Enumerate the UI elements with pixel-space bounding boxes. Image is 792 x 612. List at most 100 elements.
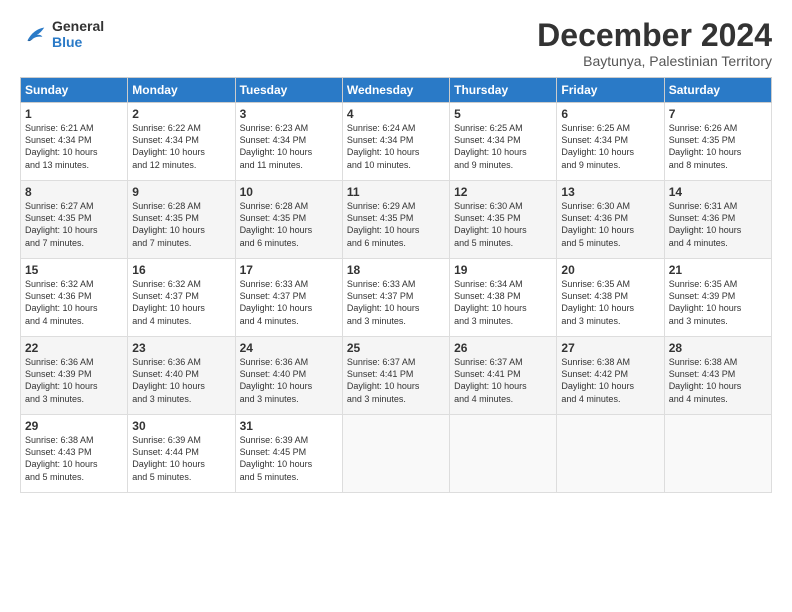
logo-icon bbox=[20, 20, 48, 48]
day-info: Sunrise: 6:29 AMSunset: 4:35 PMDaylight:… bbox=[347, 200, 445, 249]
day-info: Sunrise: 6:32 AMSunset: 4:36 PMDaylight:… bbox=[25, 278, 123, 327]
day-info: Sunrise: 6:35 AMSunset: 4:38 PMDaylight:… bbox=[561, 278, 659, 327]
day-info: Sunrise: 6:38 AMSunset: 4:42 PMDaylight:… bbox=[561, 356, 659, 405]
logo-text: General Blue bbox=[52, 18, 104, 50]
calendar-cell: 11 Sunrise: 6:29 AMSunset: 4:35 PMDaylig… bbox=[342, 181, 449, 259]
day-number: 17 bbox=[240, 263, 338, 277]
day-info: Sunrise: 6:21 AMSunset: 4:34 PMDaylight:… bbox=[25, 122, 123, 171]
calendar-cell: 2 Sunrise: 6:22 AMSunset: 4:34 PMDayligh… bbox=[128, 103, 235, 181]
day-info: Sunrise: 6:26 AMSunset: 4:35 PMDaylight:… bbox=[669, 122, 767, 171]
page: General Blue December 2024 Baytunya, Pal… bbox=[0, 0, 792, 612]
day-number: 23 bbox=[132, 341, 230, 355]
day-info: Sunrise: 6:33 AMSunset: 4:37 PMDaylight:… bbox=[240, 278, 338, 327]
day-number: 30 bbox=[132, 419, 230, 433]
day-info: Sunrise: 6:23 AMSunset: 4:34 PMDaylight:… bbox=[240, 122, 338, 171]
calendar-cell bbox=[664, 415, 771, 493]
day-info: Sunrise: 6:38 AMSunset: 4:43 PMDaylight:… bbox=[669, 356, 767, 405]
day-number: 26 bbox=[454, 341, 552, 355]
calendar-cell: 1 Sunrise: 6:21 AMSunset: 4:34 PMDayligh… bbox=[21, 103, 128, 181]
day-number: 4 bbox=[347, 107, 445, 121]
day-number: 6 bbox=[561, 107, 659, 121]
calendar-cell: 5 Sunrise: 6:25 AMSunset: 4:34 PMDayligh… bbox=[450, 103, 557, 181]
day-number: 19 bbox=[454, 263, 552, 277]
day-info: Sunrise: 6:22 AMSunset: 4:34 PMDaylight:… bbox=[132, 122, 230, 171]
day-number: 2 bbox=[132, 107, 230, 121]
day-number: 11 bbox=[347, 185, 445, 199]
day-info: Sunrise: 6:31 AMSunset: 4:36 PMDaylight:… bbox=[669, 200, 767, 249]
calendar-table: SundayMondayTuesdayWednesdayThursdayFrid… bbox=[20, 77, 772, 493]
day-header-wednesday: Wednesday bbox=[342, 78, 449, 103]
day-header-thursday: Thursday bbox=[450, 78, 557, 103]
day-info: Sunrise: 6:39 AMSunset: 4:45 PMDaylight:… bbox=[240, 434, 338, 483]
calendar-cell: 21 Sunrise: 6:35 AMSunset: 4:39 PMDaylig… bbox=[664, 259, 771, 337]
day-number: 14 bbox=[669, 185, 767, 199]
day-header-saturday: Saturday bbox=[664, 78, 771, 103]
calendar-cell: 28 Sunrise: 6:38 AMSunset: 4:43 PMDaylig… bbox=[664, 337, 771, 415]
day-number: 3 bbox=[240, 107, 338, 121]
day-info: Sunrise: 6:36 AMSunset: 4:40 PMDaylight:… bbox=[132, 356, 230, 405]
calendar-cell: 8 Sunrise: 6:27 AMSunset: 4:35 PMDayligh… bbox=[21, 181, 128, 259]
day-info: Sunrise: 6:39 AMSunset: 4:44 PMDaylight:… bbox=[132, 434, 230, 483]
day-info: Sunrise: 6:24 AMSunset: 4:34 PMDaylight:… bbox=[347, 122, 445, 171]
day-number: 31 bbox=[240, 419, 338, 433]
day-info: Sunrise: 6:34 AMSunset: 4:38 PMDaylight:… bbox=[454, 278, 552, 327]
day-number: 27 bbox=[561, 341, 659, 355]
day-number: 13 bbox=[561, 185, 659, 199]
day-info: Sunrise: 6:33 AMSunset: 4:37 PMDaylight:… bbox=[347, 278, 445, 327]
calendar-cell: 20 Sunrise: 6:35 AMSunset: 4:38 PMDaylig… bbox=[557, 259, 664, 337]
subtitle: Baytunya, Palestinian Territory bbox=[537, 53, 772, 69]
day-info: Sunrise: 6:25 AMSunset: 4:34 PMDaylight:… bbox=[561, 122, 659, 171]
calendar-cell: 25 Sunrise: 6:37 AMSunset: 4:41 PMDaylig… bbox=[342, 337, 449, 415]
calendar-cell: 18 Sunrise: 6:33 AMSunset: 4:37 PMDaylig… bbox=[342, 259, 449, 337]
day-info: Sunrise: 6:38 AMSunset: 4:43 PMDaylight:… bbox=[25, 434, 123, 483]
calendar-cell bbox=[450, 415, 557, 493]
calendar-cell: 30 Sunrise: 6:39 AMSunset: 4:44 PMDaylig… bbox=[128, 415, 235, 493]
calendar-cell: 9 Sunrise: 6:28 AMSunset: 4:35 PMDayligh… bbox=[128, 181, 235, 259]
day-header-tuesday: Tuesday bbox=[235, 78, 342, 103]
day-info: Sunrise: 6:30 AMSunset: 4:36 PMDaylight:… bbox=[561, 200, 659, 249]
day-info: Sunrise: 6:36 AMSunset: 4:39 PMDaylight:… bbox=[25, 356, 123, 405]
calendar-cell: 23 Sunrise: 6:36 AMSunset: 4:40 PMDaylig… bbox=[128, 337, 235, 415]
day-number: 15 bbox=[25, 263, 123, 277]
day-number: 9 bbox=[132, 185, 230, 199]
calendar-cell: 4 Sunrise: 6:24 AMSunset: 4:34 PMDayligh… bbox=[342, 103, 449, 181]
day-number: 25 bbox=[347, 341, 445, 355]
calendar-cell: 3 Sunrise: 6:23 AMSunset: 4:34 PMDayligh… bbox=[235, 103, 342, 181]
day-number: 20 bbox=[561, 263, 659, 277]
calendar-cell: 14 Sunrise: 6:31 AMSunset: 4:36 PMDaylig… bbox=[664, 181, 771, 259]
calendar-cell bbox=[342, 415, 449, 493]
day-header-monday: Monday bbox=[128, 78, 235, 103]
day-info: Sunrise: 6:25 AMSunset: 4:34 PMDaylight:… bbox=[454, 122, 552, 171]
calendar-cell bbox=[557, 415, 664, 493]
calendar-cell: 17 Sunrise: 6:33 AMSunset: 4:37 PMDaylig… bbox=[235, 259, 342, 337]
calendar-cell: 31 Sunrise: 6:39 AMSunset: 4:45 PMDaylig… bbox=[235, 415, 342, 493]
day-number: 10 bbox=[240, 185, 338, 199]
day-number: 7 bbox=[669, 107, 767, 121]
calendar-cell: 26 Sunrise: 6:37 AMSunset: 4:41 PMDaylig… bbox=[450, 337, 557, 415]
day-number: 5 bbox=[454, 107, 552, 121]
title-block: December 2024 Baytunya, Palestinian Terr… bbox=[537, 18, 772, 69]
calendar-cell: 29 Sunrise: 6:38 AMSunset: 4:43 PMDaylig… bbox=[21, 415, 128, 493]
day-number: 18 bbox=[347, 263, 445, 277]
day-info: Sunrise: 6:37 AMSunset: 4:41 PMDaylight:… bbox=[347, 356, 445, 405]
calendar-cell: 24 Sunrise: 6:36 AMSunset: 4:40 PMDaylig… bbox=[235, 337, 342, 415]
main-title: December 2024 bbox=[537, 18, 772, 53]
day-info: Sunrise: 6:35 AMSunset: 4:39 PMDaylight:… bbox=[669, 278, 767, 327]
day-info: Sunrise: 6:30 AMSunset: 4:35 PMDaylight:… bbox=[454, 200, 552, 249]
day-number: 28 bbox=[669, 341, 767, 355]
day-number: 22 bbox=[25, 341, 123, 355]
day-info: Sunrise: 6:28 AMSunset: 4:35 PMDaylight:… bbox=[132, 200, 230, 249]
day-number: 12 bbox=[454, 185, 552, 199]
calendar-cell: 7 Sunrise: 6:26 AMSunset: 4:35 PMDayligh… bbox=[664, 103, 771, 181]
day-header-friday: Friday bbox=[557, 78, 664, 103]
day-number: 1 bbox=[25, 107, 123, 121]
logo: General Blue bbox=[20, 18, 104, 50]
calendar-cell: 16 Sunrise: 6:32 AMSunset: 4:37 PMDaylig… bbox=[128, 259, 235, 337]
day-number: 29 bbox=[25, 419, 123, 433]
calendar-cell: 27 Sunrise: 6:38 AMSunset: 4:42 PMDaylig… bbox=[557, 337, 664, 415]
day-number: 24 bbox=[240, 341, 338, 355]
calendar-cell: 10 Sunrise: 6:28 AMSunset: 4:35 PMDaylig… bbox=[235, 181, 342, 259]
day-info: Sunrise: 6:27 AMSunset: 4:35 PMDaylight:… bbox=[25, 200, 123, 249]
calendar-cell: 22 Sunrise: 6:36 AMSunset: 4:39 PMDaylig… bbox=[21, 337, 128, 415]
day-number: 8 bbox=[25, 185, 123, 199]
